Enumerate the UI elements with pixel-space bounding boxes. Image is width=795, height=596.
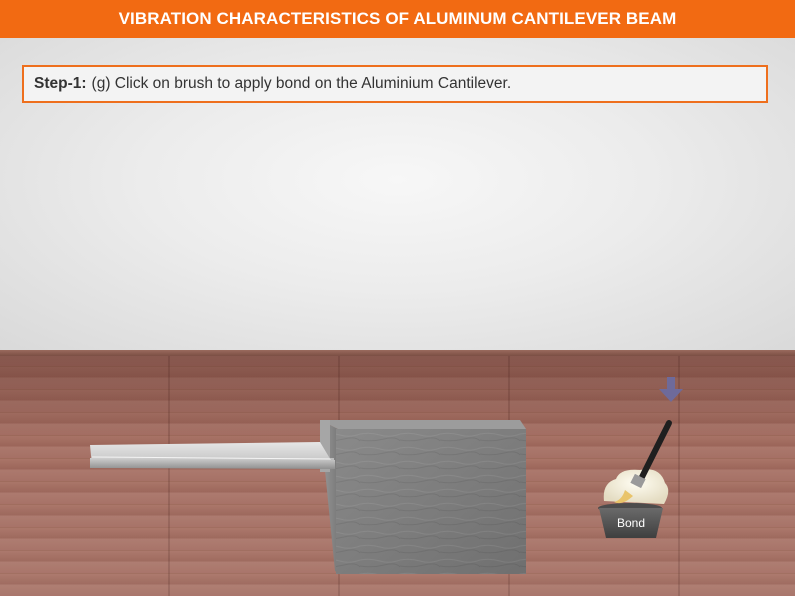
bond-label: Bond <box>616 516 646 530</box>
simulation-stage: Step-1: (g) Click on brush to apply bond… <box>0 38 795 596</box>
support-block-texture <box>336 429 526 574</box>
scene-graphics <box>90 377 683 574</box>
aluminium-cantilever-beam[interactable] <box>90 442 335 469</box>
support-block <box>320 420 526 574</box>
app-title-bar: VIBRATION CHARACTERISTICS OF ALUMINUM CA… <box>0 0 795 38</box>
support-block-top <box>320 420 526 429</box>
down-arrow-icon <box>659 377 683 402</box>
app-title: VIBRATION CHARACTERISTICS OF ALUMINUM CA… <box>118 9 677 28</box>
